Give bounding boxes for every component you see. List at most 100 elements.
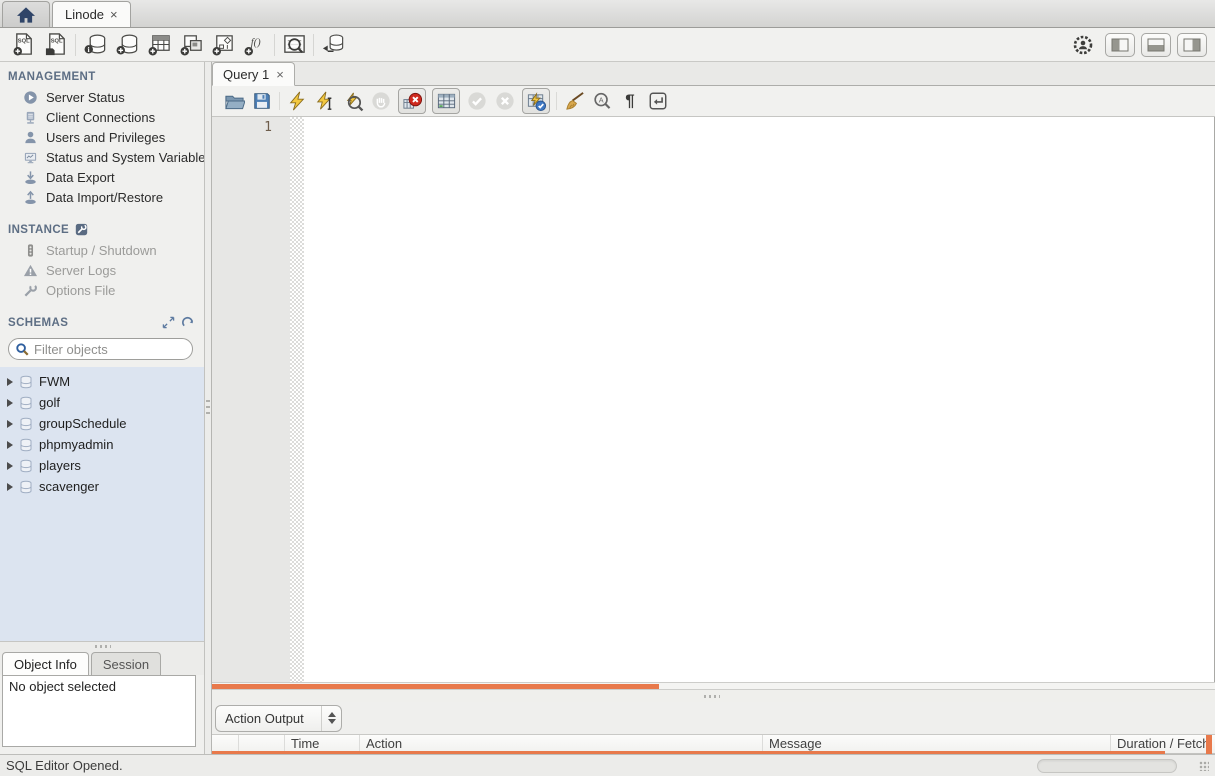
schema-row-groupschedule[interactable]: groupSchedule [0, 413, 204, 434]
output-vertical-scrollbar-thumb[interactable] [1206, 735, 1212, 754]
create-schema-icon[interactable] [111, 30, 143, 60]
stop-icon[interactable] [367, 88, 395, 114]
splitter-grip [704, 695, 720, 698]
sidebar-item-label: Server Status [46, 89, 125, 105]
users-privileges-icon [23, 130, 38, 145]
limit-rows-icon[interactable] [432, 88, 460, 114]
sidebar-splitter[interactable] [0, 641, 204, 650]
invisible-chars-icon[interactable]: ¶ [616, 88, 644, 114]
expander-icon[interactable] [7, 440, 13, 449]
expand-icon[interactable] [162, 316, 175, 329]
sidebar-item-label: Options File [46, 282, 116, 298]
sidebar-item-startup-shutdown[interactable]: Startup / Shutdown [0, 240, 204, 260]
sidebar-item-label: Users and Privileges [46, 129, 166, 145]
search-data-icon[interactable] [278, 30, 310, 60]
scrollbar-thumb[interactable] [212, 684, 659, 689]
splitter-grip [95, 645, 111, 648]
sql-text-area[interactable] [304, 117, 1214, 682]
connection-tab-close-icon[interactable]: × [110, 7, 118, 22]
filter-objects-input[interactable] [34, 341, 186, 357]
commit-icon[interactable] [463, 88, 491, 114]
preferences-icon[interactable] [1067, 30, 1099, 60]
open-sql-script-icon[interactable]: SQL [40, 30, 72, 60]
execute-icon[interactable] [283, 88, 311, 114]
navigator-sidebar: MANAGEMENT Server Status Client Connecti… [0, 62, 204, 754]
query-tab-close-icon[interactable]: × [276, 67, 284, 82]
wrench-badge-icon [75, 223, 88, 236]
schema-row-fwm[interactable]: FWM [0, 371, 204, 392]
management-section-title: MANAGEMENT [8, 71, 96, 83]
explain-icon[interactable] [339, 88, 367, 114]
schema-db-icon [19, 396, 33, 410]
create-table-icon[interactable] [143, 30, 175, 60]
save-icon[interactable] [248, 88, 276, 114]
schema-db-icon [19, 480, 33, 494]
toolbar-separator [279, 92, 280, 110]
schema-label: phpmyadmin [39, 437, 114, 452]
info-panel-tabs: Object Info Session [0, 650, 204, 675]
sidebar-item-client-connections[interactable]: Client Connections [0, 107, 204, 127]
refresh-icon[interactable] [181, 316, 194, 329]
sidebar-item-users-privileges[interactable]: Users and Privileges [0, 127, 204, 147]
sidebar-item-label: Startup / Shutdown [46, 242, 157, 258]
schema-row-scavenger[interactable]: scavenger [0, 476, 204, 497]
toggle-sidebar-icon[interactable] [1105, 32, 1135, 57]
rollback-icon[interactable] [491, 88, 519, 114]
sidebar-item-server-status[interactable]: Server Status [0, 87, 204, 107]
sidebar-item-server-logs[interactable]: Server Logs [0, 260, 204, 280]
output-view-value: Action Output [225, 710, 304, 726]
schema-filter[interactable] [8, 338, 193, 360]
main-toolbar: SQL SQL i f() [0, 28, 1215, 62]
window-tab-bar: Linode × [0, 0, 1215, 28]
tab-object-info[interactable]: Object Info [2, 652, 89, 675]
expander-icon[interactable] [7, 419, 13, 428]
sidebar-item-data-import[interactable]: Data Import/Restore [0, 187, 204, 207]
schema-row-golf[interactable]: golf [0, 392, 204, 413]
create-procedure-icon[interactable] [207, 30, 239, 60]
schema-row-players[interactable]: players [0, 455, 204, 476]
window-resize-grip[interactable] [1199, 760, 1209, 771]
svg-text:A: A [599, 95, 604, 104]
startup-shutdown-icon [23, 243, 38, 258]
query-tab[interactable]: Query 1 × [212, 62, 295, 86]
output-view-select[interactable]: Action Output [215, 704, 342, 732]
toolbar-separator [556, 92, 557, 110]
expander-icon[interactable] [7, 377, 13, 386]
spinner-icon[interactable] [321, 705, 341, 731]
new-query-tab-icon[interactable]: SQL [8, 30, 40, 60]
beautify-icon[interactable] [560, 88, 588, 114]
sidebar-item-system-variables[interactable]: Status and System Variables [0, 147, 204, 167]
schema-row-phpmyadmin[interactable]: phpmyadmin [0, 434, 204, 455]
sidebar-item-label: Data Export [46, 169, 115, 185]
autocommit-icon[interactable] [522, 88, 550, 114]
toggle-output-panel-icon[interactable] [1141, 32, 1171, 57]
execute-current-icon[interactable] [311, 88, 339, 114]
sql-editor[interactable]: 1 [212, 117, 1215, 682]
find-icon[interactable]: A [588, 88, 616, 114]
output-table-header: Time Action Message Duration / Fetch [212, 734, 1215, 754]
create-function-icon[interactable]: f() [239, 30, 271, 60]
open-file-icon[interactable] [220, 88, 248, 114]
editor-horizontal-scrollbar[interactable] [212, 682, 1215, 690]
expander-icon[interactable] [7, 482, 13, 491]
toggle-secondary-sidebar-icon[interactable] [1177, 32, 1207, 57]
sidebar-item-options-file[interactable]: Options File [0, 280, 204, 300]
reconnect-dbms-icon[interactable] [317, 30, 349, 60]
sidebar-main-splitter[interactable] [204, 62, 212, 754]
schema-label: players [39, 458, 81, 473]
line-number-gutter: 1 [212, 117, 290, 682]
schema-inspector-icon[interactable]: i [79, 30, 111, 60]
create-view-icon[interactable] [175, 30, 207, 60]
connection-tab-label: Linode [65, 7, 105, 22]
stop-on-error-icon[interactable] [398, 88, 426, 114]
sidebar-item-data-export[interactable]: Data Export [0, 167, 204, 187]
output-splitter[interactable] [212, 690, 1215, 702]
wrap-text-icon[interactable] [644, 88, 672, 114]
home-tab[interactable] [2, 1, 50, 27]
connection-tab[interactable]: Linode × [52, 1, 131, 27]
server-status-icon [23, 90, 38, 105]
expander-icon[interactable] [7, 461, 13, 470]
expander-icon[interactable] [7, 398, 13, 407]
tab-session[interactable]: Session [90, 652, 162, 675]
status-text: SQL Editor Opened. [6, 758, 123, 773]
